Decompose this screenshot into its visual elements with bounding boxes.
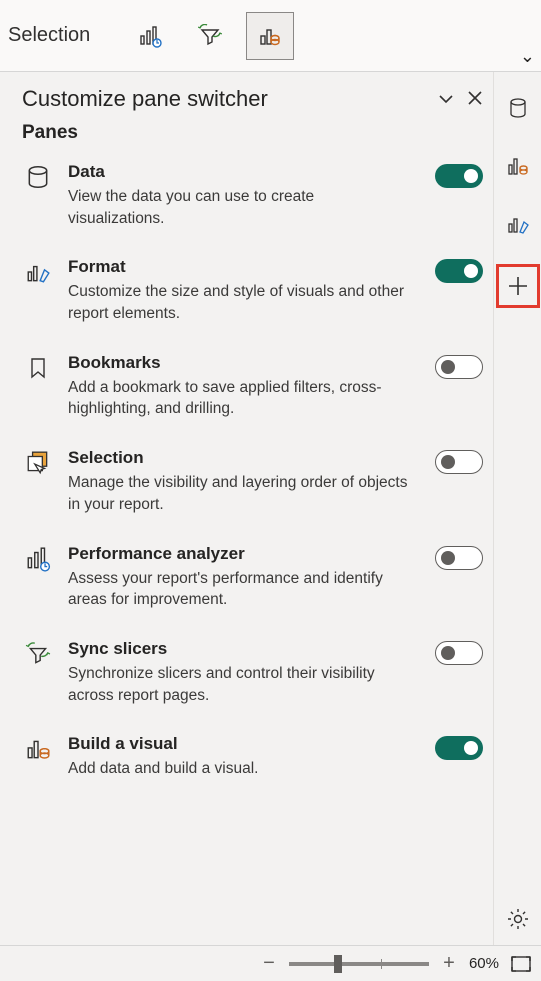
zoom-out-button[interactable]: − [261, 952, 277, 975]
panel-header: Customize pane switcher [22, 86, 483, 112]
toolbar-expand-chevron-icon[interactable]: ⌄ [520, 46, 535, 67]
build-visual-button[interactable] [246, 12, 294, 60]
rail-data-icon[interactable] [500, 90, 536, 126]
fit-to-page-icon[interactable] [511, 956, 531, 972]
pane-title: Selection [68, 448, 413, 468]
zoom-value: 60% [469, 955, 499, 972]
pane-item-selection: Selection Manage the visibility and laye… [22, 448, 483, 515]
zoom-in-button[interactable]: + [441, 952, 457, 975]
pane-title: Build a visual [68, 734, 413, 754]
toggle-performance[interactable] [435, 546, 483, 570]
pane-desc: Customize the size and style of visuals … [68, 281, 413, 324]
pane-desc: Manage the visibility and layering order… [68, 472, 413, 515]
topbar: Selection [0, 0, 541, 72]
sync-slicers-icon [22, 639, 54, 667]
topbar-icons [126, 12, 294, 60]
build-visual-icon [22, 734, 54, 762]
format-icon [22, 257, 54, 285]
pane-desc: Synchronize slicers and control their vi… [68, 663, 413, 706]
pane-item-bookmarks: Bookmarks Add a bookmark to save applied… [22, 353, 483, 420]
pane-desc: Add data and build a visual. [68, 758, 413, 780]
panes-subheading: Panes [22, 122, 483, 144]
zoom-slider[interactable] [289, 962, 429, 966]
pane-title: Data [68, 162, 413, 182]
toggle-sync-slicers[interactable] [435, 641, 483, 665]
zoom-bar: − + 60% [0, 945, 541, 981]
collapse-icon[interactable] [437, 90, 455, 108]
pane-item-performance: Performance analyzer Assess your report'… [22, 544, 483, 611]
pane-title: Bookmarks [68, 353, 413, 373]
toggle-selection[interactable] [435, 450, 483, 474]
topbar-label: Selection [8, 24, 90, 47]
rail-build-visual-icon[interactable] [500, 148, 536, 184]
rail-settings-icon[interactable] [500, 901, 536, 937]
toggle-data[interactable] [435, 164, 483, 188]
panel-title: Customize pane switcher [22, 86, 268, 112]
pane-title: Sync slicers [68, 639, 413, 659]
pane-title: Performance analyzer [68, 544, 413, 564]
close-icon[interactable] [467, 90, 483, 108]
pane-item-build-visual: Build a visual Add data and build a visu… [22, 734, 483, 780]
pane-switcher-rail [493, 72, 541, 945]
selection-icon [22, 448, 54, 476]
pane-item-sync-slicers: Sync slicers Synchronize slicers and con… [22, 639, 483, 706]
rail-format-icon[interactable] [500, 206, 536, 242]
performance-icon [22, 544, 54, 572]
pane-item-format: Format Customize the size and style of v… [22, 257, 483, 324]
sync-slicers-button[interactable] [186, 12, 234, 60]
zoom-slider-thumb[interactable] [334, 955, 342, 973]
bookmark-icon [22, 353, 54, 381]
data-icon [22, 162, 54, 190]
toggle-build-visual[interactable] [435, 736, 483, 760]
customize-pane-panel: Customize pane switcher Panes Data [0, 72, 493, 945]
toggle-bookmarks[interactable] [435, 355, 483, 379]
toggle-format[interactable] [435, 259, 483, 283]
pane-desc: Assess your report's performance and ide… [68, 568, 413, 611]
rail-add-pane-button[interactable] [496, 264, 540, 308]
pane-desc: Add a bookmark to save applied filters, … [68, 377, 413, 420]
performance-analyzer-button[interactable] [126, 12, 174, 60]
pane-item-data: Data View the data you can use to create… [22, 162, 483, 229]
pane-desc: View the data you can use to create visu… [68, 186, 413, 229]
pane-title: Format [68, 257, 413, 277]
